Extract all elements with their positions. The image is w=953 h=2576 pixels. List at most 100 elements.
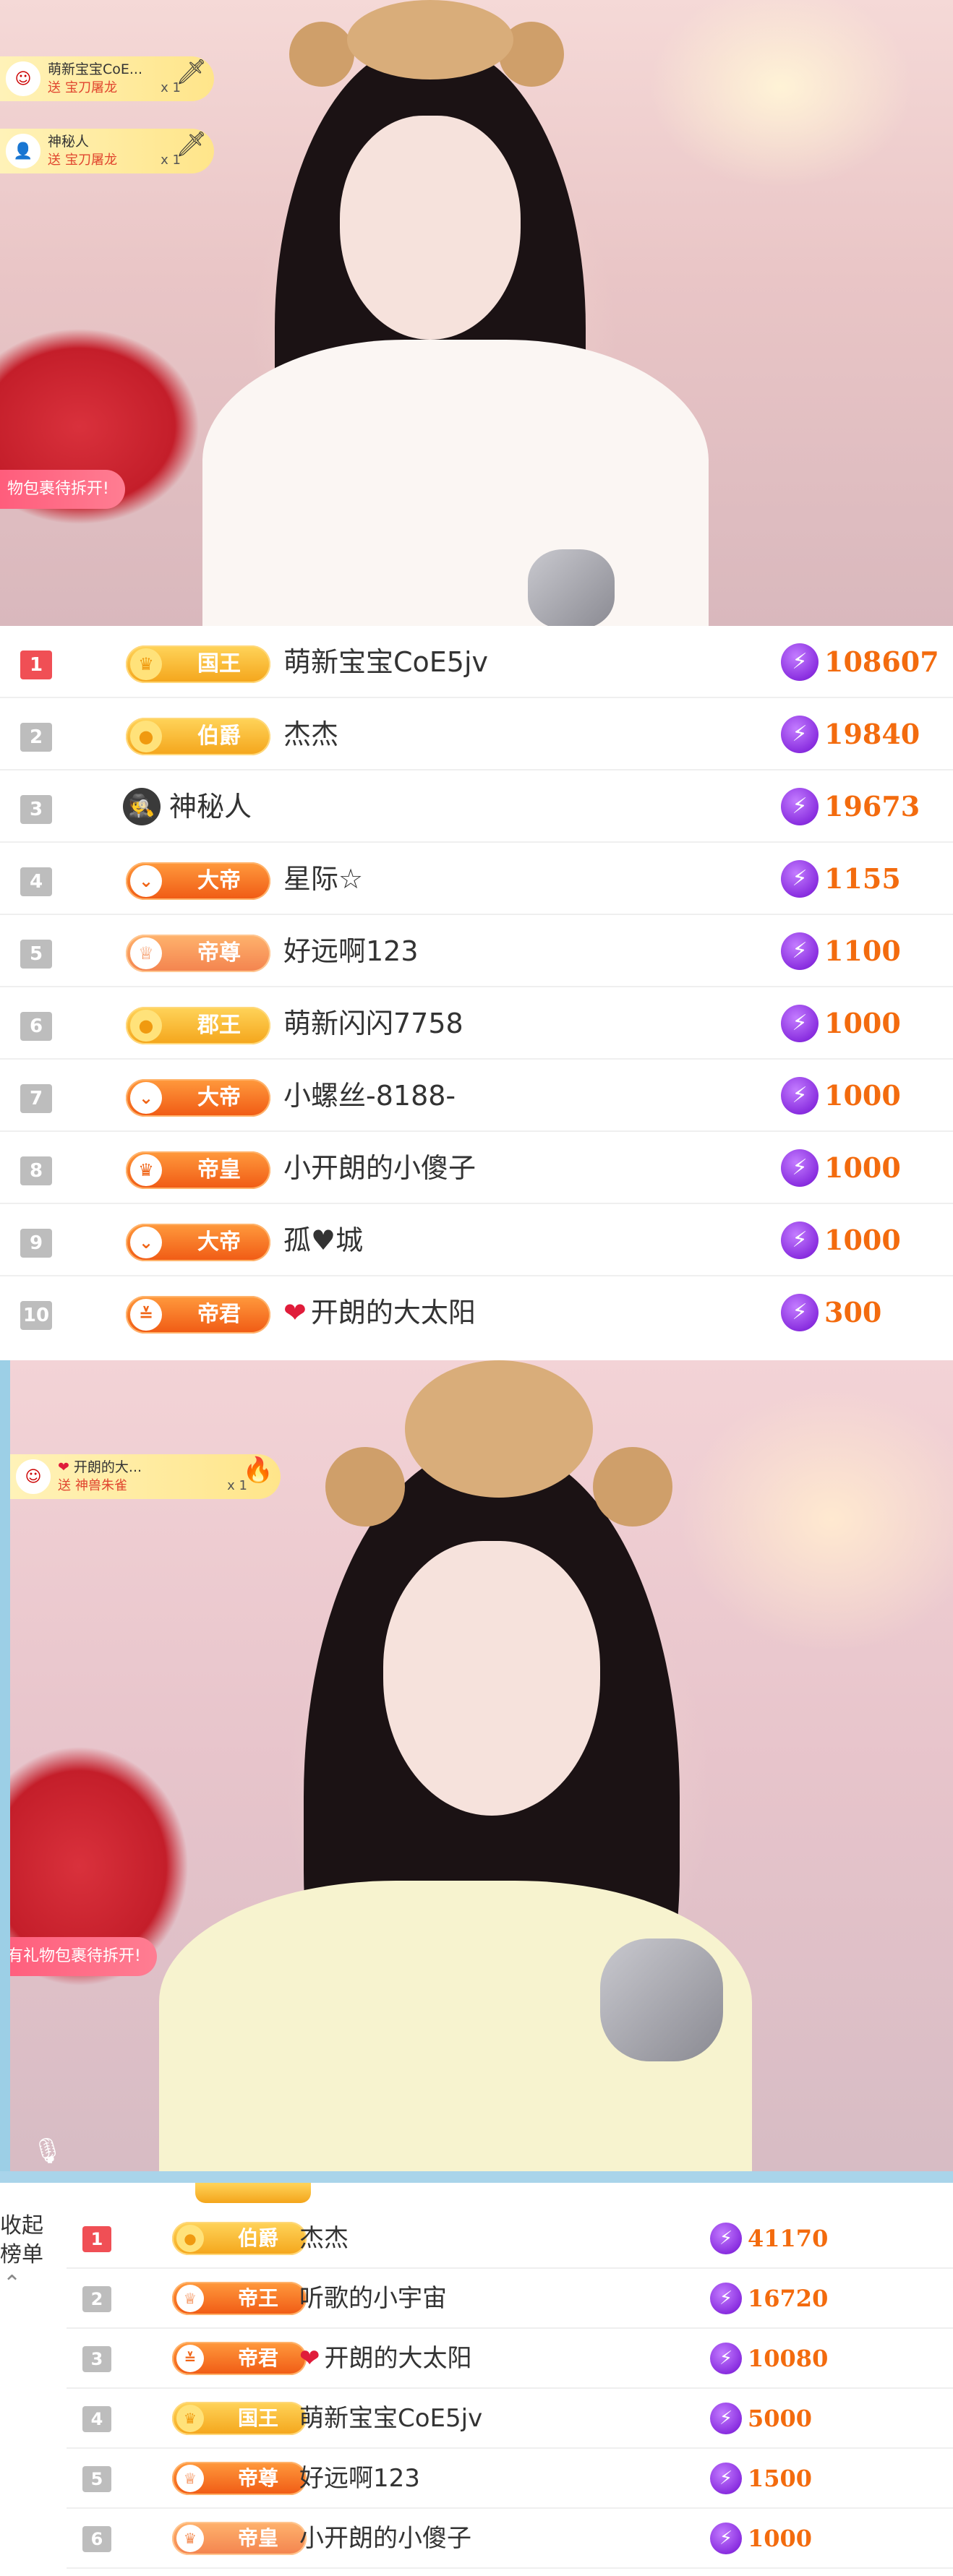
score: ⚡ 108607 xyxy=(781,626,939,698)
heart-icon: ❤ xyxy=(58,1459,69,1475)
leaderboard-row[interactable]: 8 ♛ 帝皇 小开朗的小傻子 ⚡ 1000 xyxy=(0,1132,953,1204)
rank-badge: ♛ 国王 xyxy=(172,2402,307,2435)
badge-label: 帝皇 xyxy=(237,2526,278,2550)
rank-number: 4 xyxy=(20,867,52,896)
leaderboard-row[interactable]: 6 ♛ 帝皇 小开朗的小傻子 ⚡ 1000 xyxy=(67,2509,953,2569)
badge-label: 大帝 xyxy=(197,1229,241,1255)
leaderboard-row[interactable]: 3 ≚ 帝君 ❤ 开朗的大太阳 ⚡ 10080 xyxy=(67,2329,953,2389)
medal-icon: ♛ xyxy=(176,2525,204,2552)
chevron-up-icon: ⌃ xyxy=(3,2271,22,2296)
leaderboard-row[interactable]: 5 ♕ 帝尊 好远啊123 ⚡ 1100 xyxy=(0,915,953,987)
rank-number: 6 xyxy=(20,1012,52,1041)
score-value: 1155 xyxy=(824,862,901,895)
lightning-bolt-icon: ⚡ xyxy=(710,2402,742,2434)
rank-number: 4 xyxy=(82,2406,111,2432)
badge-label: 帝尊 xyxy=(237,2466,278,2490)
lightning-bolt-icon: ⚡ xyxy=(710,2222,742,2254)
rank-badge: ≚ 帝君 xyxy=(126,1296,270,1334)
gift-send-label: 送 xyxy=(58,1478,71,1493)
score-value: 1000 xyxy=(824,1224,901,1256)
collapse-leaderboard-button[interactable]: 收起榜单 ⌃ xyxy=(0,2212,43,2298)
rank-badge: ♕ 帝尊 xyxy=(126,935,270,972)
score: ⚡ 41170 xyxy=(710,2209,828,2269)
username-text: 开朗的大太阳 xyxy=(324,2344,472,2373)
leaderboard-2: 收起榜单 ⌃ 1 ● 伯爵 杰杰 ⚡ 41170 2 ♕ 帝王 听歌的小宇宙 ⚡ 167… xyxy=(0,2183,953,2576)
username: 好远啊123 xyxy=(283,935,419,967)
score: ⚡ 19840 xyxy=(781,698,920,770)
lightning-bolt-icon: ⚡ xyxy=(781,1004,819,1042)
score-value: 1000 xyxy=(824,1007,901,1039)
rank-number: 3 xyxy=(82,2346,111,2372)
streamer-outfit xyxy=(202,340,709,626)
bear-ear-left xyxy=(325,1447,405,1527)
mystery-user-icon: 🕵 xyxy=(123,788,161,825)
leaderboard-row[interactable]: 9 ⌄ 大帝 孤♥城 ⚡ 1000 xyxy=(0,1204,953,1276)
badge-label: 大帝 xyxy=(197,868,241,893)
score-value: 19673 xyxy=(824,790,920,823)
username: 杰杰 xyxy=(299,2224,349,2253)
rank-number: 6 xyxy=(82,2526,111,2552)
score-value: 5000 xyxy=(748,2405,813,2432)
badge-label: 大帝 xyxy=(197,1085,241,1110)
microphone-icon[interactable]: 🎙 xyxy=(32,2137,63,2165)
leaderboard-row[interactable]: 2 ● 伯爵 杰杰 ⚡ 19840 xyxy=(0,698,953,770)
gift-toast: 👤 神秘人 送宝刀屠龙 🗡 x 1 xyxy=(0,129,214,173)
rank-number: 2 xyxy=(20,723,52,752)
leaderboard-row[interactable]: 3 🕵 神秘人 ⚡ 19673 xyxy=(0,770,953,843)
leaderboard-row[interactable]: 10 ≚ 帝君 ❤ 开朗的大太阳 ⚡ 300 xyxy=(0,1276,953,1349)
gift-count: x 1 xyxy=(161,80,181,95)
score-value: 1000 xyxy=(748,2525,813,2552)
rank-badge: ● 郡王 xyxy=(126,1007,270,1044)
score: ⚡ 300 xyxy=(781,1276,881,1349)
live-stream-video-1[interactable]: ☺ 萌新宝宝CoE... 送宝刀屠龙 🗡 x 1 👤 神秘人 送宝刀屠龙 🗡 x… xyxy=(0,0,953,626)
gift-package-notice[interactable]: 物包裹待拆开! xyxy=(0,470,125,509)
lightning-bolt-icon: ⚡ xyxy=(710,2342,742,2374)
rank-badge: ♕ 帝王 xyxy=(172,2282,307,2315)
user-avatar: ☺ xyxy=(6,61,40,96)
medal-icon: ⌄ xyxy=(130,1082,162,1114)
gift-package-notice[interactable]: 有礼物包裹待拆开! xyxy=(0,1937,157,1976)
score: ⚡ 1500 xyxy=(710,2449,812,2509)
lightning-bolt-icon: ⚡ xyxy=(710,2522,742,2554)
user-avatar: ☺ xyxy=(16,1459,51,1494)
leaderboard-row[interactable]: 7 ⌄ 大帝 小螺丝-8188- ⚡ 1000 xyxy=(0,1060,953,1132)
username: 好远啊123 xyxy=(299,2464,420,2493)
username: 萌新宝宝CoE5jv xyxy=(299,2404,483,2433)
rank-number: 5 xyxy=(20,940,52,969)
bear-ear-right xyxy=(593,1447,672,1527)
username: 小开朗的小傻子 xyxy=(283,1152,476,1184)
leaderboard-row[interactable]: 2 ♕ 帝王 听歌的小宇宙 ⚡ 16720 xyxy=(67,2269,953,2329)
leaderboard-row-partial[interactable] xyxy=(67,2569,953,2576)
rank-number: 8 xyxy=(20,1156,52,1185)
leaderboard-row[interactable]: 6 ● 郡王 萌新闪闪7758 ⚡ 1000 xyxy=(0,987,953,1060)
leaderboard-row[interactable]: 4 ⌄ 大帝 星际☆ ⚡ 1155 xyxy=(0,843,953,915)
live-stream-video-2[interactable]: ☺ ❤ 开朗的大... 送神兽朱雀 🔥 x 1 有礼物包裹待拆开! xyxy=(0,1360,953,2171)
leaderboard-1: 1 ♛ 国王 萌新宝宝CoE5jv ⚡ 108607 2 ● 伯爵 杰杰 ⚡ 19840… xyxy=(0,626,953,1349)
leaderboard-row[interactable]: 4 ♛ 国王 萌新宝宝CoE5jv ⚡ 5000 xyxy=(67,2389,953,2449)
gift-sender: 开朗的大... xyxy=(73,1459,142,1475)
score-value: 1500 xyxy=(748,2465,813,2492)
bear-ear-left xyxy=(289,22,354,87)
score-value: 10080 xyxy=(748,2345,829,2372)
medal-icon: ≚ xyxy=(176,2345,204,2372)
rank-badge: ⌄ 大帝 xyxy=(126,1224,270,1261)
score-value: 1000 xyxy=(824,1151,901,1184)
medal-icon: ♕ xyxy=(176,2285,204,2312)
lightning-bolt-icon: ⚡ xyxy=(710,2462,742,2494)
bear-headband-icon xyxy=(405,1360,593,1498)
gift-count: x 1 xyxy=(161,153,181,168)
lightning-bolt-icon: ⚡ xyxy=(710,2282,742,2314)
leaderboard-row[interactable]: 5 ♕ 帝尊 好远啊123 ⚡ 1500 xyxy=(67,2449,953,2509)
username: 星际☆ xyxy=(283,863,364,895)
score: ⚡ 1000 xyxy=(781,1132,901,1204)
rank-badge: ● 伯爵 xyxy=(172,2222,307,2255)
leaderboard-row[interactable]: 1 ● 伯爵 杰杰 ⚡ 41170 xyxy=(67,2209,953,2269)
badge-label: 伯爵 xyxy=(237,2226,278,2250)
rank-number: 5 xyxy=(82,2466,111,2492)
rank-number: 9 xyxy=(20,1229,52,1258)
medal-icon: ♛ xyxy=(130,648,162,680)
leaderboard-row[interactable]: 1 ♛ 国王 萌新宝宝CoE5jv ⚡ 108607 xyxy=(0,626,953,698)
rank-number: 3 xyxy=(20,795,52,824)
score-value: 41170 xyxy=(748,2225,829,2252)
username: 听歌的小宇宙 xyxy=(299,2284,447,2313)
